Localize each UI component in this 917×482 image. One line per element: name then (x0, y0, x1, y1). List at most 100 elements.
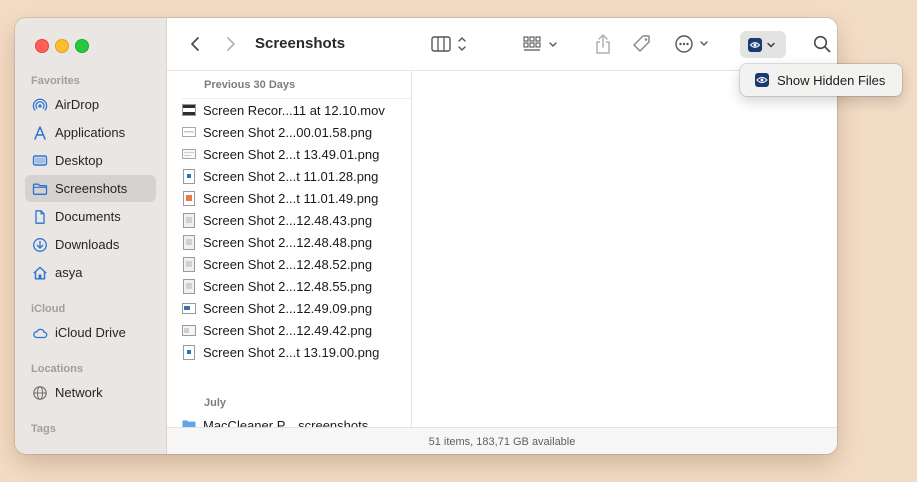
file-row[interactable]: Screen Shot 2...12.49.09.png (182, 297, 411, 319)
image-file-icon (182, 322, 196, 338)
image-file-icon (182, 190, 196, 206)
zoom-window-button[interactable] (75, 39, 89, 53)
sidebar-item-applications[interactable]: Applications (25, 119, 156, 146)
file-name: Screen Shot 2...12.49.09.png (203, 301, 372, 316)
share-button[interactable] (593, 32, 613, 56)
image-file-icon (182, 168, 196, 184)
hidden-files-toggle-button[interactable] (740, 31, 786, 58)
file-row[interactable]: Screen Shot 2...12.48.52.png (182, 253, 411, 275)
applications-icon (32, 125, 48, 141)
group-header-july: July (204, 397, 226, 409)
window-title: Screenshots (255, 35, 345, 52)
tag-button[interactable] (630, 33, 654, 55)
file-row[interactable]: Screen Shot 2...t 11.01.49.png (182, 187, 411, 209)
show-hidden-files-menu-item[interactable]: Show Hidden Files (777, 73, 885, 88)
image-file-icon (182, 146, 196, 162)
desktop-icon (32, 153, 48, 169)
back-button[interactable] (185, 34, 205, 54)
sidebar-section-locations: Locations (31, 363, 83, 375)
document-icon (32, 209, 48, 225)
search-icon (812, 34, 832, 54)
status-text: 51 items, 183,71 GB available (429, 436, 576, 448)
file-name: Screen Shot 2...00.01.58.png (203, 125, 372, 140)
sidebar-item-screenshots[interactable]: Screenshots (25, 175, 156, 202)
file-name: MacCleaner P... screenshots (203, 418, 368, 428)
sidebar-item-network[interactable]: Network (25, 379, 156, 406)
sidebar-item-label: Applications (55, 125, 125, 140)
file-name: Screen Shot 2...12.48.52.png (203, 257, 372, 272)
sidebar-item-airdrop[interactable]: AirDrop (25, 91, 156, 118)
sidebar-item-icloud-drive[interactable]: iCloud Drive (25, 319, 156, 346)
sidebar-section-tags: Tags (31, 423, 56, 435)
file-row[interactable]: Screen Shot 2...t 13.49.01.png (182, 143, 411, 165)
sidebar-item-documents[interactable]: Documents (25, 203, 156, 230)
search-button[interactable] (811, 33, 833, 55)
ellipsis-circle-icon (673, 33, 713, 55)
chevron-right-icon (225, 36, 237, 52)
finder-window: Favorites AirDrop Applications Desktop S… (15, 18, 837, 454)
file-row[interactable]: Screen Recor...11 at 12.10.mov (182, 99, 411, 121)
toolbar: Screenshots (167, 18, 837, 71)
image-file-icon (182, 212, 196, 228)
column-view-icon (429, 33, 473, 55)
sidebar-item-label: Screenshots (55, 181, 127, 196)
minimize-window-button[interactable] (55, 39, 69, 53)
sidebar-item-label: iCloud Drive (55, 325, 126, 340)
file-row[interactable]: Screen Shot 2...12.48.43.png (182, 209, 411, 231)
home-icon (32, 265, 48, 281)
sidebar: Favorites AirDrop Applications Desktop S… (15, 18, 167, 454)
more-actions-button[interactable] (673, 33, 713, 55)
airdrop-icon (32, 97, 48, 113)
file-name: Screen Shot 2...12.48.43.png (203, 213, 372, 228)
view-options-button[interactable] (429, 33, 473, 55)
image-file-icon (182, 300, 196, 316)
sidebar-section-icloud: iCloud (31, 303, 65, 315)
cloud-icon (32, 325, 48, 341)
file-list-column[interactable]: Previous 30 Days Screen Recor...11 at 12… (167, 71, 412, 427)
sidebar-item-home[interactable]: asya (25, 259, 156, 286)
group-grid-icon (521, 33, 563, 55)
sidebar-item-label: asya (55, 265, 82, 280)
sidebar-item-label: Desktop (55, 153, 103, 168)
file-row[interactable]: Screen Shot 2...t 13.19.00.png (182, 341, 411, 363)
file-name: Screen Shot 2...12.49.42.png (203, 323, 372, 338)
image-file-icon (182, 124, 196, 140)
file-name: Screen Shot 2...12.48.55.png (203, 279, 372, 294)
image-file-icon (182, 344, 196, 360)
eye-icon (755, 73, 769, 87)
image-file-icon (182, 234, 196, 250)
file-row[interactable]: Screen Shot 2...t 11.01.28.png (182, 165, 411, 187)
file-name: Screen Shot 2...t 13.49.01.png (203, 147, 379, 162)
sidebar-item-downloads[interactable]: Downloads (25, 231, 156, 258)
share-icon (594, 33, 612, 55)
file-row[interactable]: MacCleaner P... screenshots (182, 414, 411, 427)
sidebar-section-favorites: Favorites (31, 75, 80, 87)
image-file-icon (182, 256, 196, 272)
status-bar: 51 items, 183,71 GB available (167, 427, 837, 454)
group-header-previous-30-days: Previous 30 Days (204, 79, 295, 91)
file-row[interactable]: Screen Shot 2...12.48.48.png (182, 231, 411, 253)
downloads-icon (32, 237, 48, 253)
folder-icon (32, 181, 48, 197)
file-name: Screen Shot 2...12.48.48.png (203, 235, 372, 250)
file-name: Screen Shot 2...t 11.01.28.png (203, 169, 378, 184)
forward-button[interactable] (221, 34, 241, 54)
chevron-left-icon (189, 36, 201, 52)
hidden-files-menu[interactable]: Show Hidden Files (740, 64, 902, 96)
sidebar-item-label: AirDrop (55, 97, 99, 112)
file-row[interactable]: Screen Shot 2...12.49.42.png (182, 319, 411, 341)
main-area: Screenshots (167, 18, 837, 454)
tag-icon (631, 33, 653, 55)
file-row[interactable]: Screen Shot 2...12.48.55.png (182, 275, 411, 297)
network-icon (32, 385, 48, 401)
file-row[interactable]: Screen Shot 2...00.01.58.png (182, 121, 411, 143)
sidebar-item-label: Downloads (55, 237, 119, 252)
group-button[interactable] (521, 33, 563, 55)
folder-icon (182, 417, 196, 427)
sidebar-item-desktop[interactable]: Desktop (25, 147, 156, 174)
eye-icon (743, 35, 783, 55)
close-window-button[interactable] (35, 39, 49, 53)
image-file-icon (182, 278, 196, 294)
sidebar-item-label: Network (55, 385, 103, 400)
file-name: Screen Shot 2...t 11.01.49.png (203, 191, 378, 206)
